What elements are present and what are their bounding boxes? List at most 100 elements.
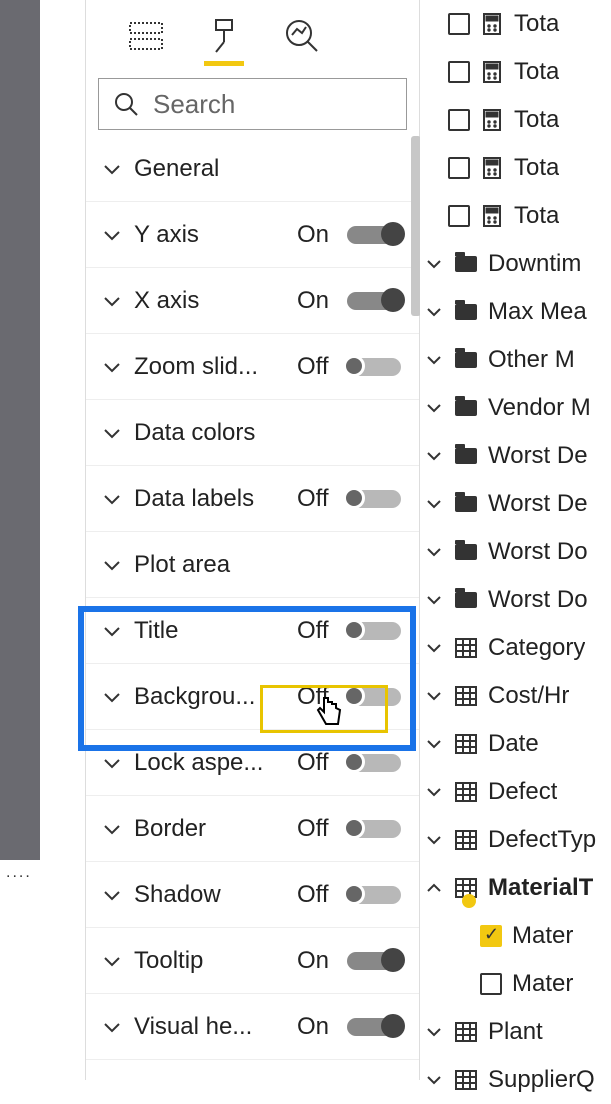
table-icon: [454, 782, 478, 802]
checkbox[interactable]: [448, 205, 470, 227]
toggle-switch[interactable]: [347, 952, 401, 970]
field-label: Worst De: [488, 490, 588, 518]
folder-icon: [454, 256, 478, 272]
format-row-border[interactable]: BorderOff: [86, 796, 419, 862]
toggle-switch[interactable]: [347, 886, 401, 904]
checkbox[interactable]: [448, 61, 470, 83]
checkbox[interactable]: [448, 157, 470, 179]
format-row-shadow[interactable]: ShadowOff: [86, 862, 419, 928]
format-tab-icon[interactable]: [204, 12, 244, 60]
chevron-down-icon: [100, 427, 124, 439]
folder-item[interactable]: Downtim: [420, 240, 611, 288]
format-row-lock-aspe-[interactable]: Lock aspe...Off: [86, 730, 419, 796]
chevron-down-icon: [424, 499, 444, 510]
folder-item[interactable]: Worst De: [420, 432, 611, 480]
analytics-tab-icon[interactable]: [282, 12, 322, 60]
format-row-general[interactable]: General: [86, 136, 419, 202]
folder-icon: [454, 592, 478, 608]
row-label: Data colors: [134, 419, 401, 447]
resize-dots: ....: [6, 864, 32, 882]
table-item[interactable]: Cost/Hr: [420, 672, 611, 720]
format-row-y-axis[interactable]: Y axisOn: [86, 202, 419, 268]
row-label: Border: [134, 815, 297, 843]
format-row-x-axis[interactable]: X axisOn: [86, 268, 419, 334]
table-item[interactable]: SupplierQ: [420, 1056, 611, 1104]
toggle-switch[interactable]: [347, 688, 401, 706]
format-panel: Search GeneralY axisOnX axisOnZoom slid.…: [85, 0, 420, 1080]
checkbox[interactable]: [448, 109, 470, 131]
folder-icon: [454, 304, 478, 320]
field-label: Tota: [514, 10, 559, 38]
row-label: Backgrou...: [134, 683, 297, 711]
calculator-icon: [480, 204, 504, 228]
field-child-item[interactable]: Mater: [420, 960, 611, 1008]
table-item[interactable]: Date: [420, 720, 611, 768]
toggle-switch[interactable]: [347, 292, 401, 310]
field-label: Max Mea: [488, 298, 587, 326]
checkbox[interactable]: [480, 973, 502, 995]
measure-item[interactable]: Tota: [420, 144, 611, 192]
format-row-zoom-slid-[interactable]: Zoom slid...Off: [86, 334, 419, 400]
checkbox[interactable]: [480, 925, 502, 947]
table-item[interactable]: DefectTyp: [420, 816, 611, 864]
folder-item[interactable]: Max Mea: [420, 288, 611, 336]
chevron-down-icon: [424, 307, 444, 318]
field-label: Cost/Hr: [488, 682, 569, 710]
chevron-down-icon: [100, 163, 124, 175]
row-label: Tooltip: [134, 947, 297, 975]
field-label: DefectTyp: [488, 826, 596, 854]
folder-icon: [454, 400, 478, 416]
format-row-data-labels[interactable]: Data labelsOff: [86, 466, 419, 532]
chevron-down-icon: [424, 595, 444, 606]
table-item[interactable]: MaterialT: [420, 864, 611, 912]
table-item[interactable]: Category: [420, 624, 611, 672]
toggle-switch[interactable]: [347, 226, 401, 244]
field-label: Category: [488, 634, 585, 662]
toggle-switch[interactable]: [347, 1018, 401, 1036]
field-label: Mater: [512, 970, 573, 998]
table-icon: [454, 686, 478, 706]
chevron-down-icon: [100, 889, 124, 901]
format-row-tooltip[interactable]: TooltipOn: [86, 928, 419, 994]
toggle-state-text: Off: [297, 881, 339, 909]
toggle-switch[interactable]: [347, 490, 401, 508]
chevron-down-icon: [424, 547, 444, 558]
chevron-down-icon: [424, 451, 444, 462]
calculator-icon: [480, 60, 504, 84]
field-child-item[interactable]: Mater: [420, 912, 611, 960]
search-input[interactable]: Search: [98, 78, 407, 130]
measure-item[interactable]: Tota: [420, 96, 611, 144]
folder-item[interactable]: Vendor M: [420, 384, 611, 432]
format-row-data-colors[interactable]: Data colors: [86, 400, 419, 466]
row-label: Title: [134, 617, 297, 645]
fields-tab-icon[interactable]: [126, 12, 166, 60]
table-item[interactable]: Plant: [420, 1008, 611, 1056]
format-row-visual-he-[interactable]: Visual he...On: [86, 994, 419, 1060]
format-row-title[interactable]: TitleOff: [86, 598, 419, 664]
fields-panel: TotaTotaTotaTotaTotaDowntimMax MeaOther …: [420, 0, 611, 1080]
folder-item[interactable]: Worst De: [420, 480, 611, 528]
folder-item[interactable]: Worst Do: [420, 576, 611, 624]
checkbox[interactable]: [448, 13, 470, 35]
toggle-switch[interactable]: [347, 622, 401, 640]
chevron-down-icon: [100, 625, 124, 637]
format-row-backgrou-[interactable]: Backgrou...Off: [86, 664, 419, 730]
chevron-down-icon: [100, 295, 124, 307]
measure-item[interactable]: Tota: [420, 48, 611, 96]
toggle-state-text: Off: [297, 683, 339, 711]
folder-item[interactable]: Worst Do: [420, 528, 611, 576]
toggle-switch[interactable]: [347, 754, 401, 772]
measure-item[interactable]: Tota: [420, 192, 611, 240]
chevron-down-icon: [424, 259, 444, 270]
toggle-switch[interactable]: [347, 820, 401, 838]
chevron-down-icon: [424, 739, 444, 750]
chevron-down-icon: [100, 493, 124, 505]
folder-icon: [454, 352, 478, 368]
measure-item[interactable]: Tota: [420, 0, 611, 48]
folder-item[interactable]: Other M: [420, 336, 611, 384]
folder-icon: [454, 544, 478, 560]
chevron-down-icon: [100, 823, 124, 835]
toggle-switch[interactable]: [347, 358, 401, 376]
table-item[interactable]: Defect: [420, 768, 611, 816]
format-row-plot-area[interactable]: Plot area: [86, 532, 419, 598]
